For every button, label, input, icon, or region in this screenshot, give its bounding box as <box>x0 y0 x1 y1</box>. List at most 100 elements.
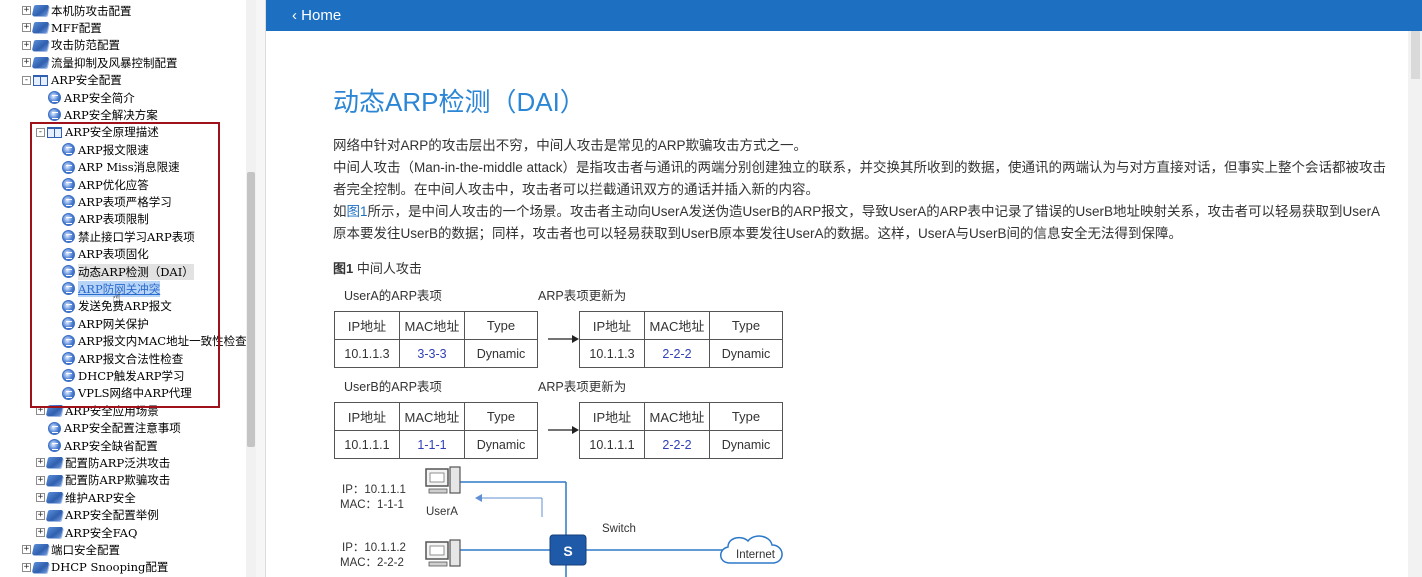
chevron-left-icon: ‹ <box>292 7 297 24</box>
usera-mac: MAC：1-1-1 <box>340 499 404 511</box>
expand-icon[interactable]: + <box>36 475 45 485</box>
switch-label: Switch <box>602 523 636 535</box>
expand-icon[interactable]: + <box>22 562 31 572</box>
topic-page-icon <box>48 439 61 452</box>
ip-header: IP地址 <box>579 311 645 340</box>
userb-ip: IP：10.1.1.2 <box>342 542 406 554</box>
expand-icon[interactable]: + <box>36 510 45 520</box>
expand-icon[interactable]: + <box>22 40 31 50</box>
network-diagram: S IP：10.1.1.1 MAC：1-1-1 UserA IP：10.1.1.… <box>340 466 783 577</box>
tree-item-label: ARP安全简介 <box>64 90 135 105</box>
mac-header: MAC地址 <box>644 402 710 431</box>
scenario-text: 所示，是中间人攻击的一个场景。攻击者主动向UserA发送伪造UserB的ARP报… <box>333 204 1381 241</box>
mac-header: MAC地址 <box>399 402 465 431</box>
tree-item-label: MFF配置 <box>51 20 102 35</box>
tree-item[interactable]: + 本机防攻击配置 <box>22 2 132 19</box>
home-link-label: Home <box>301 7 342 24</box>
userb-computer-icon <box>425 539 461 567</box>
tree-item[interactable]: + 攻击防范配置 <box>22 37 120 54</box>
ip-header: IP地址 <box>334 402 400 431</box>
ip-cell: 10.1.1.3 <box>579 339 645 368</box>
type-header: Type <box>464 402 538 431</box>
type-cell: Dynamic <box>464 339 538 368</box>
tree-item[interactable]: ARP安全配置注意事项 <box>48 420 181 437</box>
userb-updated-label: ARP表项更新为 <box>538 380 627 394</box>
expand-icon[interactable]: + <box>22 545 31 555</box>
tree-item[interactable]: ARP安全简介 <box>48 89 135 106</box>
open-book-icon <box>33 74 48 86</box>
usera-arp-table-after: IP地址 MAC地址 Type 10.1.1.3 2-2-2 Dynamic <box>579 311 783 368</box>
pane-divider[interactable] <box>256 0 266 577</box>
tree-item-label: ARP安全缺省配置 <box>64 438 158 453</box>
type-header: Type <box>464 311 538 340</box>
book-icon <box>31 39 50 51</box>
book-icon <box>45 457 64 469</box>
tree-item[interactable]: + 配置防ARP欺骗攻击 <box>36 472 170 489</box>
tree-item-label: 本机防攻击配置 <box>51 3 132 18</box>
type-header: Type <box>709 402 783 431</box>
topic-page-icon <box>48 91 61 104</box>
book-icon <box>31 5 50 16</box>
figure-caption: 图1 中间人攻击 <box>333 258 422 277</box>
expand-icon[interactable]: + <box>22 23 31 33</box>
tree-item[interactable]: + DHCP Snooping配置 <box>22 559 168 576</box>
tree-item-label: 端口安全配置 <box>51 542 120 557</box>
tree-scrollbar-thumb[interactable] <box>247 172 255 447</box>
figure-caption-text: 中间人攻击 <box>356 261 422 276</box>
tree-item-label: ARP安全配置 <box>51 73 122 88</box>
type-cell: Dynamic <box>709 339 783 368</box>
tree-item[interactable]: + 流量抑制及风暴控制配置 <box>22 54 178 71</box>
tree-item-label: 攻击防范配置 <box>51 38 120 53</box>
usera-arp-table-before: IP地址 MAC地址 Type 10.1.1.3 3-3-3 Dynamic <box>334 311 538 368</box>
topic-page-icon <box>48 421 61 435</box>
tree-item[interactable]: + ARP安全FAQ <box>36 524 137 541</box>
tree-item-label: 流量抑制及风暴控制配置 <box>51 55 178 70</box>
scenario-paragraph: 如图1所示，是中间人攻击的一个场景。攻击者主动向UserA发送伪造UserB的A… <box>333 201 1393 245</box>
tree-item[interactable]: ARP安全解决方案 <box>48 106 158 123</box>
usera-computer-icon <box>425 466 461 494</box>
tree-item[interactable]: - ARP安全配置 <box>22 72 122 89</box>
expand-icon[interactable]: + <box>36 528 45 537</box>
userb-table-label: UserB的ARP表项 <box>344 380 442 394</box>
expand-icon[interactable]: + <box>36 458 45 468</box>
tree-item[interactable]: + MFF配置 <box>22 19 102 36</box>
mac-cell: 3-3-3 <box>399 339 465 368</box>
expand-icon[interactable]: + <box>22 58 31 68</box>
mac-cell: 2-2-2 <box>644 339 710 368</box>
top-bar <box>266 0 1422 31</box>
book-icon <box>45 527 64 538</box>
userb-mac: MAC：2-2-2 <box>340 557 404 569</box>
figure-link[interactable]: 图1 <box>347 204 368 219</box>
tree-item[interactable]: + 端口安全配置 <box>22 541 120 558</box>
expand-icon[interactable]: + <box>22 6 31 15</box>
book-icon <box>45 474 64 486</box>
tree-item-label: ARP安全配置举例 <box>65 508 159 523</box>
userb-arp-table-after: IP地址 MAC地址 Type 10.1.1.1 2-2-2 Dynamic <box>579 402 783 459</box>
switch-icon-glyph: S <box>563 543 572 559</box>
ip-cell: 10.1.1.3 <box>334 339 400 368</box>
tree-item-label: ARP安全配置注意事项 <box>64 421 181 436</box>
book-icon <box>31 22 50 34</box>
type-header: Type <box>709 311 783 340</box>
tree-item[interactable]: + 维护ARP安全 <box>36 489 136 506</box>
content-scrollbar-thumb[interactable] <box>1411 31 1420 79</box>
tree-item[interactable]: + 配置防ARP泛洪攻击 <box>36 454 170 471</box>
home-link[interactable]: ‹ Home <box>292 0 341 31</box>
tree-item-label: ARP安全FAQ <box>65 525 138 540</box>
internet-label: Internet <box>736 549 776 561</box>
expand-icon[interactable]: + <box>36 493 45 503</box>
tree-item-label: ARP安全解决方案 <box>64 107 158 122</box>
collapse-icon[interactable]: - <box>22 75 31 85</box>
tree-item[interactable]: + ARP安全配置举例 <box>36 507 159 524</box>
ip-header: IP地址 <box>334 311 400 340</box>
usera-ip: IP：10.1.1.1 <box>342 484 406 496</box>
userb-arp-table-before: IP地址 MAC地址 Type 10.1.1.1 1-1-1 Dynamic <box>334 402 538 459</box>
usera-table-label: UserA的ARP表项 <box>344 289 442 303</box>
usera-updated-label: ARP表项更新为 <box>538 289 627 303</box>
content-scrollbar[interactable] <box>1408 31 1422 577</box>
update-arrow-b-icon <box>548 426 579 434</box>
highlight-annotation-box <box>30 122 220 408</box>
book-icon <box>31 544 50 556</box>
page-title: 动态ARP检测（DAI） <box>333 87 586 117</box>
tree-item[interactable]: ARP安全缺省配置 <box>48 437 158 454</box>
